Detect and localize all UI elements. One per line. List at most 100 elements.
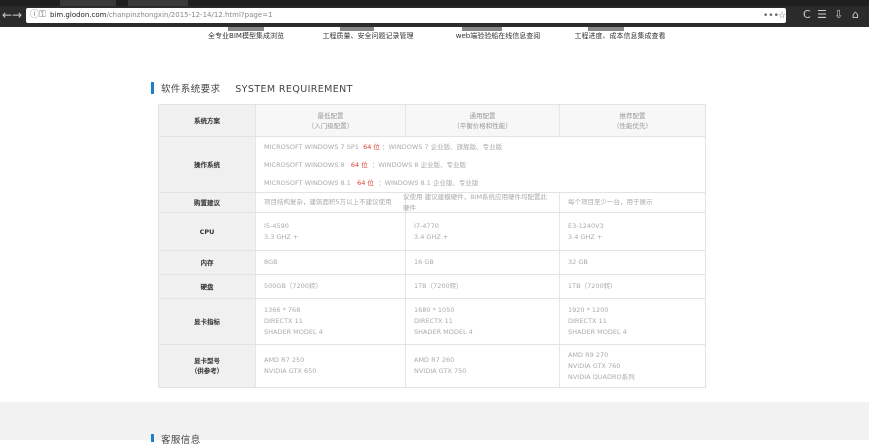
os-editions: ：WINDOWS 8 企业版、专业版 <box>371 161 467 169</box>
cell-text: NVIDIA QUADRO系列 <box>568 372 635 381</box>
info-icon: ⓘ <box>30 10 40 20</box>
cell-text: DIRECTX 11 <box>568 317 607 325</box>
column-subtitle: （入门级配置） <box>307 121 354 130</box>
url-path: /chanpinzhongxin/2015-12-14/12.html?page… <box>106 11 273 19</box>
table-cell: 1366 * 768 DIRECTX 11 SHADER MODEL 4 <box>255 299 405 345</box>
browser-tab[interactable] <box>128 0 188 6</box>
cell-text: 3.3 GHZ + <box>264 232 299 241</box>
bookmark-icon[interactable]: ☆ <box>778 11 786 21</box>
cell-text: 1366 * 768 <box>264 306 301 314</box>
cell-text: DIRECTX 11 <box>264 317 303 325</box>
cell-text: 3.4 GHZ + <box>414 232 449 241</box>
cell-text: 1680 * 1050 <box>414 306 455 314</box>
scheme-label: 系统方案 <box>159 105 255 137</box>
cell-text: I7-4770 <box>414 221 439 230</box>
section-title-en: SYSTEM REQUIREMENT <box>235 84 353 95</box>
browser-chrome: ← → ⓘ ⚿ bim.glodon.com/chanpinzhongxin/2… <box>0 0 869 27</box>
cell-text: AMD R7 260 <box>414 356 455 364</box>
cell-text: SHADER MODEL 4 <box>264 328 323 336</box>
cell-text: 1TB（7200转） <box>414 282 463 290</box>
download-icon[interactable]: ⇩ <box>834 9 843 21</box>
os-bitness: 64 位 <box>350 161 368 169</box>
url-host: bim.glodon.com <box>50 11 107 19</box>
cell-text: NVIDIA GTX 760 <box>568 361 621 370</box>
reload-icon[interactable]: C <box>803 9 811 21</box>
os-bitness: 64 位 <box>363 143 380 151</box>
table-cell: 1TB（7200转） <box>405 275 559 299</box>
os-editions: ：WINDOWS 8.1 企业版、专业版 <box>378 179 479 187</box>
row-label: 购置建议 <box>159 193 255 213</box>
forward-icon[interactable]: → <box>11 9 23 21</box>
row-label: 内存 <box>159 251 255 275</box>
os-line: MICROSOFT WINDOWS 8.1 64 位 ：WINDOWS 8.1 … <box>264 178 478 188</box>
section-title: 软件系统要求 SYSTEM REQUIREMENT <box>161 81 353 95</box>
cell-text: 每个项目至少一台，用于展示 <box>568 198 653 206</box>
table-cell: AMD R7 260 NVIDIA GTX 750 <box>405 345 559 387</box>
section-title: 客服信息 <box>161 435 201 446</box>
feature-label: 全专业BIM模型集成浏览 <box>208 32 284 40</box>
section-marker <box>151 82 154 94</box>
column-title: 推荐配置 <box>619 111 646 120</box>
row-label: 显卡指标 <box>159 299 255 345</box>
cell-text: NVIDIA GTX 650 <box>264 367 317 375</box>
column-subtitle: （性能优先） <box>613 121 652 130</box>
cell-text: SHADER MODEL 4 <box>414 328 473 336</box>
cell-text: DIRECTX 11 <box>414 317 453 325</box>
cell-text: I5-4590 <box>264 221 289 230</box>
column-title: 最低配置 <box>317 111 344 120</box>
cell-text: 项目结构复杂，建筑面积5万以上不建议使用 <box>264 198 392 206</box>
cell-text: SHADER MODEL 4 <box>568 328 627 336</box>
os-line: MICROSOFT WINDOWS 7 SP1 64 位 ：WINDOWS 7 … <box>264 142 502 152</box>
cell-text: 议使用 建议建模硬件，BIM系统应用硬件均配置此硬件 <box>403 192 548 212</box>
table-cell: 500GB（7200转） <box>255 275 405 299</box>
cell-text: 500GB（7200转） <box>264 282 322 290</box>
cell-text: 8GB <box>264 258 278 266</box>
more-icon[interactable]: ••• <box>763 11 779 21</box>
column-header-recommended: 推荐配置 （性能优先） <box>559 105 705 137</box>
os-bitness: 64 位 <box>357 179 374 187</box>
cell-text: AMD R7 250 <box>264 356 305 364</box>
cell-text: 3.4 GHZ + <box>568 232 603 241</box>
cell-text: 1TB（7200转） <box>568 282 617 290</box>
os-label: 操作系统 <box>159 137 255 193</box>
table-cell: 1TB（7200转） <box>559 275 705 299</box>
cell-text: 16 GB <box>414 258 434 266</box>
column-subtitle: （平衡价格和性能） <box>453 121 512 130</box>
table-cell: 32 GB <box>559 251 705 275</box>
table-cell: 1920 * 1200 DIRECTX 11 SHADER MODEL 4 <box>559 299 705 345</box>
feature-label: 工程质量、安全问题记录管理 <box>322 32 414 40</box>
feature-label: web端验验船在线信息查阅 <box>455 32 541 40</box>
os-name: MICROSOFT WINDOWS 7 SP1 <box>264 143 359 151</box>
address-bar[interactable]: ⓘ ⚿ bim.glodon.com/chanpinzhongxin/2015-… <box>26 8 786 23</box>
cell-text: NVIDIA GTX 750 <box>414 367 467 375</box>
table-cell: I7-4770 3.4 GHZ + <box>405 213 559 251</box>
column-header-general: 通用配置 （平衡价格和性能） <box>405 105 559 137</box>
table-cell: 议使用 建议建模硬件，BIM系统应用硬件均配置此硬件 <box>403 192 559 213</box>
table-cell: AMD R9 270 NVIDIA GTX 760 NVIDIA QUADRO系列 <box>559 345 705 387</box>
menu-icon[interactable]: ☰ <box>817 9 827 21</box>
lock-icon: ⚿ <box>39 10 46 20</box>
section-marker <box>151 434 154 442</box>
table-cell: I5-4590 3.3 GHZ + <box>255 213 405 251</box>
cell-text: 32 GB <box>568 258 588 266</box>
column-title: 通用配置 <box>469 111 496 120</box>
table-cell: 每个项目至少一台，用于展示 <box>559 193 705 213</box>
os-name: MICROSOFT WINDOWS 8 <box>264 161 345 169</box>
os-name: MICROSOFT WINDOWS 8.1 <box>264 179 351 187</box>
row-label: CPU <box>159 213 255 251</box>
os-line: MICROSOFT WINDOWS 8 64 位 ：WINDOWS 8 企业版、… <box>264 160 466 170</box>
row-label: 显卡型号 （供参考） <box>159 345 255 387</box>
browser-tab[interactable] <box>60 0 116 6</box>
home-icon[interactable]: ⌂ <box>852 9 859 21</box>
cell-text: 1920 * 1200 <box>568 306 609 314</box>
table-cell: 16 GB <box>405 251 559 275</box>
table-cell: AMD R7 250 NVIDIA GTX 650 <box>255 345 405 387</box>
table-cell: E3-1240V3 3.4 GHZ + <box>559 213 705 251</box>
cell-text: AMD R9 270 <box>568 350 609 359</box>
table-cell: 1680 * 1050 DIRECTX 11 SHADER MODEL 4 <box>405 299 559 345</box>
column-header-min: 最低配置 （入门级配置） <box>255 105 405 137</box>
table-cell: 项目结构复杂，建筑面积5万以上不建议使用 <box>255 193 405 213</box>
cell-text: E3-1240V3 <box>568 221 604 230</box>
url-text: bim.glodon.com/chanpinzhongxin/2015-12-1… <box>50 10 272 21</box>
os-editions: ：WINDOWS 7 企业版、旗舰版、专业版 <box>382 143 503 151</box>
